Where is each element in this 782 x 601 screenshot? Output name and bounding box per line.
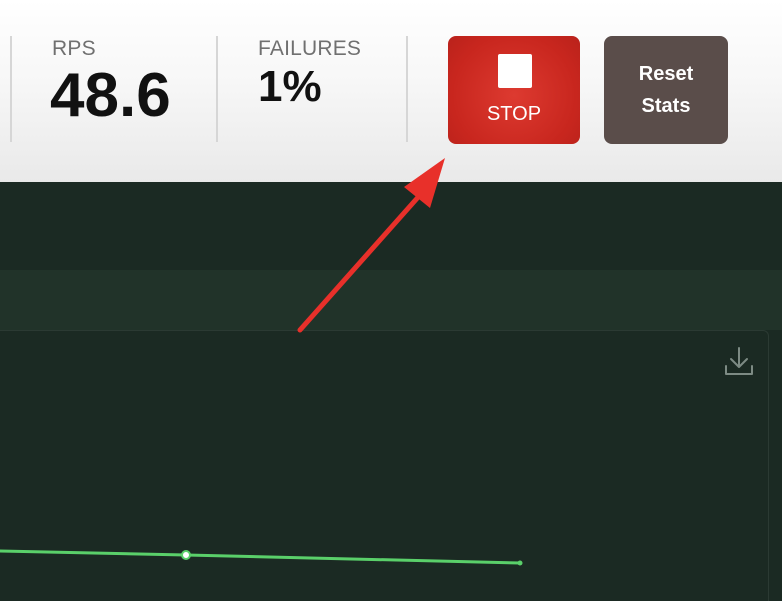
chart-point [181, 550, 191, 560]
annotation-arrow-shaft [297, 192, 423, 333]
annotation-arrow-head [404, 158, 445, 208]
chart-series-line [0, 549, 522, 565]
chart-point [517, 560, 523, 566]
chart-overlay [0, 158, 523, 566]
